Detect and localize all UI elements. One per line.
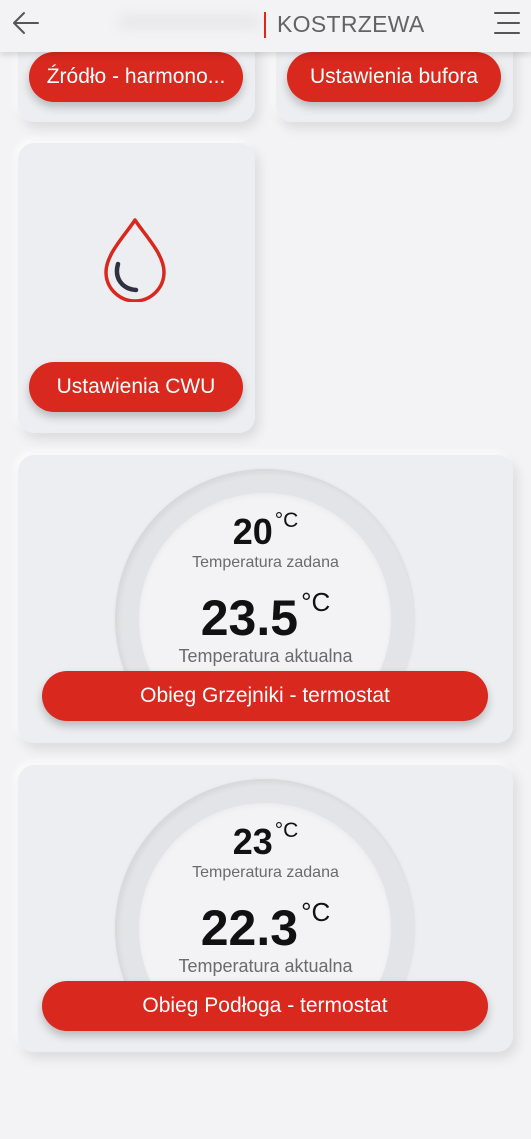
thermostat-dial: 23°C Temperatura zadana 22.3 °C Temperatu…	[18, 765, 513, 985]
header-blurred-area	[118, 14, 260, 30]
source-schedule-button[interactable]: Źródło - harmono...	[29, 52, 243, 102]
current-temperature: 22.3 °C	[18, 897, 513, 957]
set-temperature-value: 20	[232, 511, 273, 552]
set-temperature: 20°C	[18, 509, 513, 553]
radiators-thermostat-button-label: Obieg Grzejniki - termostat	[140, 684, 390, 707]
back-button[interactable]	[10, 8, 44, 38]
set-temperature-unit: °C	[274, 509, 299, 532]
radiators-thermostat-button[interactable]: Obieg Grzejniki - termostat	[42, 671, 488, 721]
buffer-settings-button[interactable]: Ustawienia bufora	[287, 52, 501, 102]
buffer-settings-button-label: Ustawienia bufora	[309, 65, 479, 88]
floor-thermostat-button-label: Obieg Podłoga - termostat	[142, 994, 388, 1017]
hamburger-menu-icon	[494, 12, 520, 34]
current-temperature-unit: °C	[301, 587, 331, 617]
source-schedule-button-label: Źródło - harmono...	[46, 65, 226, 88]
floor-thermostat-button[interactable]: Obieg Podłoga - termostat	[42, 981, 488, 1031]
title-accent-bar	[264, 12, 266, 38]
current-temperature: 23.5 °C	[18, 587, 513, 647]
thermostat-card-radiators: 20°C Temperatura zadana 23.5 °C Temperatu…	[18, 455, 513, 743]
dhw-settings-button-label: Ustawienia CWU	[56, 375, 216, 398]
app-title: KOSTRZEWA	[277, 11, 425, 37]
current-temperature-caption: Temperatura aktualna	[178, 956, 353, 976]
arrow-left-icon	[13, 12, 39, 34]
set-temperature-unit: °C	[274, 819, 299, 842]
dhw-settings-button[interactable]: Ustawienia CWU	[29, 362, 243, 412]
top-bar: KOSTRZEWA	[0, 0, 531, 52]
dhw-card: Ustawienia CWU	[18, 143, 255, 433]
current-temperature-value: 22.3	[200, 900, 299, 956]
set-temperature-value: 23	[232, 821, 273, 862]
water-drop-icon	[104, 218, 166, 302]
thermostat-card-floor: 23°C Temperatura zadana 22.3 °C Temperatu…	[18, 765, 513, 1052]
thermostat-dial: 20°C Temperatura zadana 23.5 °C Temperatu…	[18, 455, 513, 675]
menu-button[interactable]	[493, 9, 521, 37]
current-temperature-value: 23.5	[200, 590, 299, 646]
current-temperature-caption: Temperatura aktualna	[178, 646, 353, 666]
current-temperature-unit: °C	[301, 897, 331, 927]
set-temperature-caption: Temperatura zadana	[192, 554, 339, 571]
app-screen: KOSTRZEWA Źródło - harmono... Ustawienia…	[0, 0, 531, 1139]
set-temperature: 23°C	[18, 819, 513, 863]
set-temperature-caption: Temperatura zadana	[192, 864, 339, 881]
